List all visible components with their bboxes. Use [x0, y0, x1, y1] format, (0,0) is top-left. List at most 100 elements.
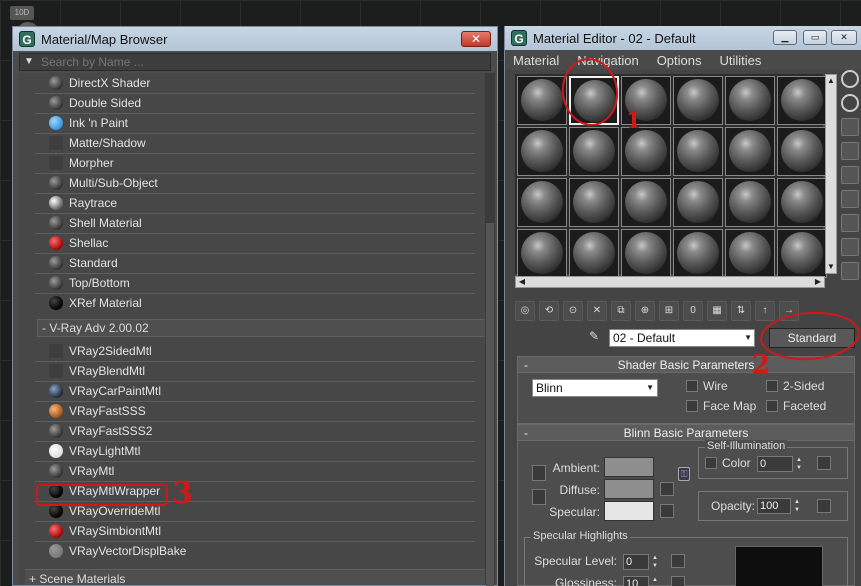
list-item[interactable]: VRayLightMtl [49, 441, 140, 461]
menu-options[interactable]: Options [657, 53, 702, 68]
opacity-value[interactable]: 100 [757, 498, 791, 514]
material-sample-slot[interactable] [569, 127, 619, 176]
go-forward-sibling-icon[interactable]: → [779, 301, 799, 321]
specular-color-swatch[interactable] [604, 501, 654, 521]
make-copy-icon[interactable]: ⧉ [611, 301, 631, 321]
list-item[interactable]: Raytrace [49, 193, 117, 213]
spinner-icon[interactable]: ▲ [651, 576, 659, 586]
close-button[interactable]: ✕ [461, 31, 491, 47]
editor-titlebar[interactable]: G Material Editor - 02 - Default ▁ ▭ ✕ [505, 26, 861, 50]
scroll-down-icon[interactable]: ▼ [826, 261, 836, 273]
material-sample-slot[interactable] [517, 127, 567, 176]
material-sample-slot[interactable] [569, 76, 619, 125]
select-by-material-icon[interactable] [841, 238, 859, 256]
list-item[interactable]: Shell Material [49, 213, 142, 233]
list-item[interactable]: Morpher [49, 153, 114, 173]
list-item[interactable]: VRayBlendMtl [49, 361, 145, 381]
shader-type-dropdown[interactable]: Blinn [532, 379, 658, 397]
material-sample-slot[interactable] [777, 178, 827, 227]
list-item[interactable]: VRaySimbiontMtl [49, 521, 161, 541]
options-icon[interactable] [841, 214, 859, 232]
scroll-left-icon[interactable]: ◀ [516, 277, 528, 287]
list-item[interactable]: Multi/Sub-Object [49, 173, 158, 193]
spinner-icon[interactable]: ▲ ▼ [795, 456, 803, 472]
assign-to-selection-icon[interactable]: ⊙ [563, 301, 583, 321]
menu-material[interactable]: Material [513, 53, 559, 68]
material-sample-slot[interactable] [725, 178, 775, 227]
material-sample-slot[interactable] [673, 229, 723, 278]
get-material-icon[interactable]: ◎ [515, 301, 535, 321]
list-item[interactable]: Shellac [49, 233, 108, 253]
lock-ambient-diffuse-button[interactable] [532, 465, 546, 481]
faceted-checkbox[interactable]: Faceted [766, 399, 826, 413]
browser-titlebar[interactable]: G Material/Map Browser ✕ [13, 27, 497, 51]
list-item[interactable]: Double Sided [49, 93, 141, 113]
background-icon[interactable] [841, 118, 859, 136]
scroll-thumb[interactable] [486, 223, 494, 586]
rollout-header[interactable]: - Blinn Basic Parameters [518, 425, 854, 441]
self-illum-map-button[interactable] [817, 456, 831, 470]
material-sample-slot[interactable] [673, 178, 723, 227]
list-item[interactable]: Top/Bottom [49, 273, 130, 293]
rollout-header[interactable]: - Shader Basic Parameters [518, 357, 854, 373]
put-to-scene-icon[interactable]: ⟲ [539, 301, 559, 321]
spinner-icon[interactable]: ▲ ▼ [651, 554, 659, 570]
go-to-parent-icon[interactable]: ↑ [755, 301, 775, 321]
make-unique-icon[interactable]: ⊕ [635, 301, 655, 321]
specular-map-button[interactable] [660, 504, 674, 518]
lock-icon[interactable]: ⚿ [678, 467, 690, 481]
scene-materials-header[interactable]: + Scene Materials [25, 569, 485, 585]
ambient-color-swatch[interactable] [604, 457, 654, 477]
video-color-check-icon[interactable] [841, 166, 859, 184]
diffuse-map-button[interactable] [660, 482, 674, 496]
material-sample-slot[interactable] [777, 76, 827, 125]
close-button[interactable]: ✕ [831, 30, 857, 45]
list-item[interactable]: VRayFastSSS [49, 401, 146, 421]
list-item[interactable]: VRayMtlWrapper [49, 481, 160, 501]
material-sample-slot[interactable] [621, 178, 671, 227]
material-sample-slot[interactable] [621, 127, 671, 176]
scroll-up-icon[interactable]: ▲ [826, 75, 836, 87]
vray-group-header[interactable]: - V-Ray Adv 2.00.02 [37, 319, 485, 337]
material-sample-slot[interactable] [517, 76, 567, 125]
wire-checkbox[interactable]: Wire [686, 379, 728, 393]
search-input[interactable] [38, 54, 490, 70]
uv-tiling-icon[interactable] [841, 142, 859, 160]
spinner-icon[interactable]: ▲ ▼ [793, 498, 801, 514]
scroll-right-icon[interactable]: ▶ [812, 277, 824, 287]
list-item[interactable]: VRayFastSSS2 [49, 421, 152, 441]
sample-type-icon[interactable] [841, 70, 859, 88]
material-sample-slot[interactable] [725, 229, 775, 278]
menu-utilities[interactable]: Utilities [720, 53, 762, 68]
list-item[interactable]: VRay2SidedMtl [49, 341, 152, 361]
minimize-button[interactable]: ▁ [773, 30, 797, 45]
list-item[interactable]: XRef Material [49, 293, 142, 313]
list-item[interactable]: Standard [49, 253, 118, 273]
two-sided-checkbox[interactable]: 2-Sided [766, 379, 824, 393]
material-sample-slot[interactable] [673, 127, 723, 176]
list-item[interactable]: VRayMtl [49, 461, 114, 481]
glossiness-map-button[interactable] [671, 576, 685, 586]
slots-horizontal-scrollbar[interactable]: ◀ ▶ [515, 276, 825, 288]
self-illum-value[interactable]: 0 [757, 456, 793, 472]
material-sample-slot[interactable] [725, 127, 775, 176]
eyedropper-icon[interactable]: ✎ [585, 329, 603, 347]
slots-vertical-scrollbar[interactable]: ▲ ▼ [825, 74, 837, 274]
list-item[interactable]: VRayVectorDisplBake [49, 541, 186, 561]
reset-map-icon[interactable]: ✕ [587, 301, 607, 321]
viewport-tab[interactable]: 10D [10, 6, 34, 20]
material-sample-slot[interactable] [673, 76, 723, 125]
lock-diffuse-specular-button[interactable] [532, 489, 546, 505]
list-item[interactable]: DirectX Shader [49, 73, 150, 93]
put-to-library-icon[interactable]: ⊞ [659, 301, 679, 321]
list-item[interactable]: VRayCarPaintMtl [49, 381, 161, 401]
face-map-checkbox[interactable]: Face Map [686, 399, 756, 413]
specular-level-value[interactable]: 0 [623, 554, 649, 570]
specular-level-map-button[interactable] [671, 554, 685, 568]
show-map-icon[interactable]: ▦ [707, 301, 727, 321]
material-name-dropdown[interactable]: 02 - Default [609, 329, 755, 347]
self-illum-color-checkbox[interactable]: Color [705, 456, 751, 470]
material-sample-slot[interactable] [621, 76, 671, 125]
make-preview-icon[interactable] [841, 190, 859, 208]
search-options-icon[interactable]: ▼ [20, 54, 38, 70]
